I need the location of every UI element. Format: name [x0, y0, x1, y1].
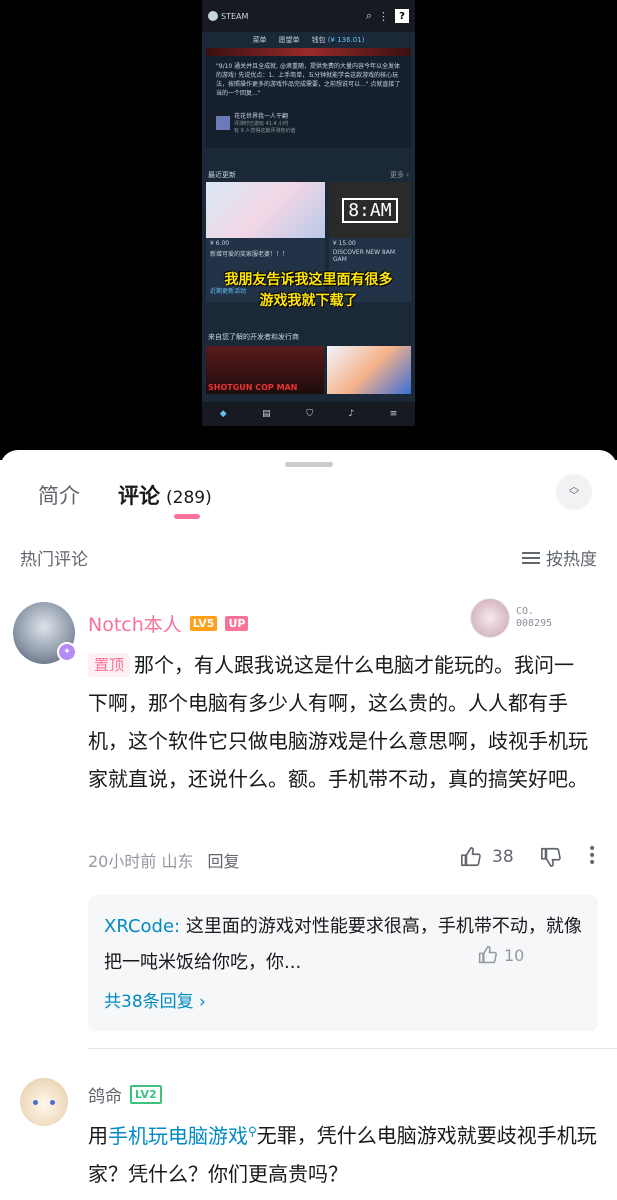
dislike-button[interactable]	[540, 846, 562, 872]
sort-button[interactable]: 按热度	[522, 545, 597, 570]
like-button[interactable]: 38	[460, 846, 514, 868]
comment-author-name[interactable]: 鸽命	[88, 1082, 122, 1107]
comment-text: 置顶 那个，有人跟我说这是什么电脑才能玩的。我问一下啊，那个电脑有多少人有啊，这么…	[88, 646, 593, 798]
comment-sheet: 简介 评论 (289) ︿ ﹀ 热门评论 按热度 ✦ Notch本人 LV5 U…	[0, 450, 617, 1200]
bell-icon: ♪	[348, 409, 355, 419]
help-icon: ?	[395, 9, 409, 23]
video-player[interactable]: STEAM ⌕ ⋮ ? 菜单 愿望单 钱包 (¥ 136.01) "9/10 通…	[0, 0, 617, 460]
view-all-replies-link[interactable]: 共38条回复 ›	[104, 987, 206, 1012]
tab-bar: 简介 评论 (289)	[38, 480, 212, 510]
reply-like-count: 10	[504, 945, 525, 965]
reviewer-avatar	[216, 115, 230, 130]
game-card-desc: DISCOVER NEW 8AM GAM	[332, 249, 396, 263]
tag-icon: ◆	[219, 409, 227, 419]
steam-app-screen: STEAM ⌕ ⋮ ? 菜单 愿望单 钱包 (¥ 136.01) "9/10 通…	[202, 0, 415, 426]
game-card-image	[206, 182, 325, 238]
reply-like-button[interactable]: 10	[478, 945, 524, 965]
reply-button[interactable]: 回复	[207, 848, 239, 872]
fan-medal-id-1: CO.	[516, 606, 535, 617]
comment-body: 那个，有人跟我说这是什么电脑才能玩的。我问一下啊，那个电脑有多少人有啊，这么贵的…	[88, 653, 588, 791]
steam-nav: 菜单 愿望单 钱包 (¥ 136.01)	[202, 32, 415, 48]
search-icon: ⌕	[365, 9, 372, 22]
hot-comments-label: 热门评论	[20, 550, 88, 570]
reviewer-playtime: 评测时已游玩 41.4 小时	[234, 121, 289, 127]
game-thumb-monster	[327, 346, 411, 394]
featured-banner	[206, 48, 411, 56]
steam-top-bar: STEAM ⌕ ⋮ ?	[202, 0, 415, 32]
developers-title: 来自您了解的开发者和发行商	[208, 333, 299, 341]
featured-review-user: 花花世界我一人干翻 评测时已游玩 41.4 小时 有 9 人觉得这篇评测有价值	[216, 111, 401, 134]
recent-updates-header: 最近更新 更多 ›	[202, 170, 415, 180]
search-keyword-link[interactable]: 手机玩电脑游戏⚲	[108, 1124, 257, 1148]
developers-header: 来自您了解的开发者和发行商	[202, 332, 415, 342]
comment-meta: 20小时前 山东 回复	[88, 848, 240, 872]
steam-bottom-nav: ◆ ▤ ⛉ ♪ ≡	[202, 402, 415, 426]
chevron-down-icon: ﹀	[569, 491, 579, 502]
menu-icon: ≡	[389, 409, 398, 419]
game-card-price: ¥ 15.00	[332, 240, 356, 247]
steam-nav-menu: 菜单	[252, 36, 267, 44]
steam-logo: STEAM	[208, 11, 360, 21]
sort-icon	[522, 549, 540, 567]
avatar[interactable]: ✦	[13, 602, 77, 664]
reply-author[interactable]: XRCode:	[104, 916, 186, 937]
more-vert-icon: ⋮	[378, 9, 389, 23]
level-badge: LV5	[189, 616, 218, 631]
featured-review: "9/10 通关并且全成就, @肃重随，提供免费的大量内容今年以全发体的游戏! …	[206, 48, 411, 148]
tab-intro[interactable]: 简介	[38, 480, 80, 510]
recent-updates-more: 更多 ›	[389, 171, 409, 179]
verified-badge-icon: ✦	[57, 642, 77, 662]
drag-handle[interactable]	[285, 462, 333, 467]
comment-author-name[interactable]: Notch本人	[88, 610, 182, 637]
comment-count: (289)	[166, 488, 212, 508]
video-subtitle: 我朋友告诉我这里面有很多 游戏我就下载了	[224, 272, 393, 309]
shield-icon: ⛉	[306, 409, 313, 419]
tab-active-indicator	[174, 514, 200, 519]
tab-comments[interactable]: 评论	[118, 480, 160, 510]
news-icon: ▤	[262, 409, 271, 419]
pinned-badge: 置顶	[88, 653, 131, 677]
recent-updates-title: 最近更新	[208, 171, 236, 179]
comment-text: 用手机玩电脑游戏⚲无罪，凭什么电脑游戏就要歧视手机玩家？凭什么？你们更高贵吗？	[88, 1123, 597, 1186]
more-options-icon[interactable]: • • •	[588, 842, 596, 870]
comment-author[interactable]: 鸽命 LV2	[88, 1082, 162, 1107]
reviewer-helpful: 有 9 人觉得这篇评测有价值	[234, 128, 296, 134]
expand-collapse-button[interactable]: ︿ ﹀	[556, 474, 592, 510]
level-badge: LV2	[130, 1085, 162, 1104]
comment-time: 20小时前 山东	[88, 852, 194, 871]
divider	[88, 1048, 617, 1049]
up-badge: UP	[225, 616, 249, 631]
comment-author[interactable]: Notch本人 LV5 UP	[88, 610, 249, 637]
reviewer-name: 花花世界我一人干翻	[234, 113, 289, 120]
fan-medal-id-2: 008295	[516, 618, 553, 629]
avatar[interactable]	[20, 1078, 68, 1126]
fan-medal-avatar	[470, 598, 510, 638]
steam-nav-wallet: 钱包 (¥ 136.01)	[311, 36, 365, 44]
like-count: 38	[492, 847, 514, 867]
reply-preview[interactable]: XRCode: 这里面的游戏对性能要求很高，手机带不动，就像把一吨米饭给你吃，你…	[88, 895, 598, 1031]
fan-medal: CO. 008295	[470, 598, 552, 638]
sort-label: 按热度	[546, 550, 597, 570]
steam-nav-wishlist: 愿望单	[278, 36, 300, 44]
game-thumb-shotgun: SHOTGUN COP MAN	[206, 346, 324, 394]
featured-review-text: "9/10 通关并且全成就, @肃重随，提供免费的大量内容今年以全发体的游戏! …	[216, 63, 401, 97]
thumbs-up-icon	[461, 847, 481, 867]
game-card-price: ¥ 6.00	[210, 240, 230, 247]
game-card-image: 8:AM	[328, 182, 411, 238]
thumbs-up-icon	[478, 945, 497, 964]
game-card-desc: 新增可爱的奖家服老婆！！！	[210, 251, 289, 258]
thumbs-down-icon	[541, 847, 561, 867]
developer-games: SHOTGUN COP MAN	[202, 346, 415, 394]
search-icon: ⚲	[248, 1124, 257, 1138]
